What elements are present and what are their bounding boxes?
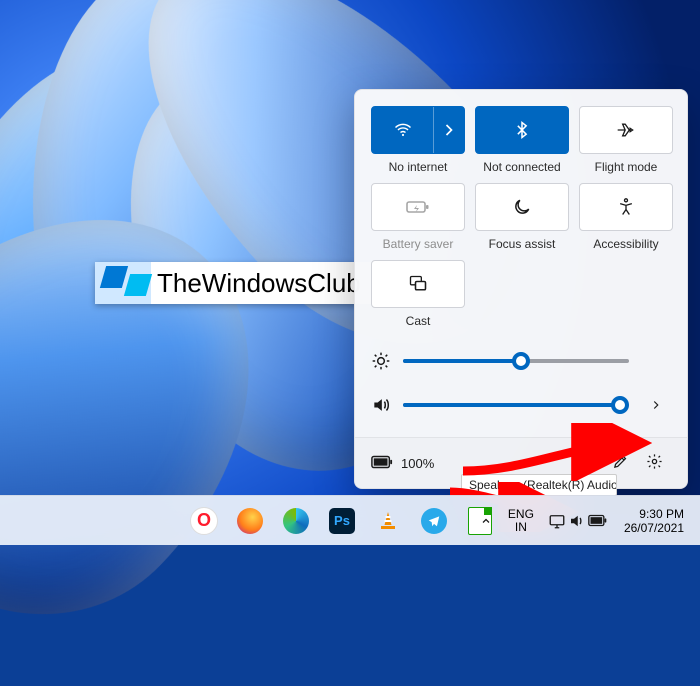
moon-icon xyxy=(512,197,532,217)
battery-tray-icon xyxy=(588,514,608,527)
focus-assist-tile-label: Focus assist xyxy=(489,237,556,252)
accessibility-icon xyxy=(616,197,636,217)
quick-settings-flyout: No internet Not connected Flight mode xyxy=(354,89,688,489)
pencil-icon xyxy=(612,453,629,473)
volume-row xyxy=(371,383,671,427)
volume-tooltip: Speakers (Realtek(R) Audio): 96% xyxy=(461,474,617,496)
language-switcher[interactable]: ENG IN xyxy=(502,504,540,538)
taskbar-app-firefox[interactable] xyxy=(230,501,270,541)
focus-assist-tile[interactable] xyxy=(475,183,569,231)
taskbar-app-telegram[interactable] xyxy=(414,501,454,541)
battery-saver-icon xyxy=(406,199,430,215)
cast-tile-label: Cast xyxy=(406,314,431,329)
system-tray[interactable] xyxy=(542,508,614,534)
battery-saver-tile[interactable] xyxy=(371,183,465,231)
battery-text: 100% xyxy=(401,456,434,471)
network-icon xyxy=(548,512,566,530)
wifi-expand-button[interactable] xyxy=(433,107,464,153)
flight-mode-tile-label: Flight mode xyxy=(595,160,658,175)
battery-status[interactable]: 100% xyxy=(371,455,434,472)
clock-date: 26/07/2021 xyxy=(624,521,684,535)
cast-icon xyxy=(408,274,428,294)
cast-tile[interactable] xyxy=(371,260,465,308)
battery-icon xyxy=(371,455,393,472)
accessibility-tile-label: Accessibility xyxy=(593,237,658,252)
taskbar-pinned-apps: O Ps xyxy=(184,501,500,541)
taskbar-app-opera[interactable]: O xyxy=(184,501,224,541)
volume-icon xyxy=(371,395,391,415)
clock[interactable]: 9:30 PM 26/07/2021 xyxy=(616,503,692,539)
flight-mode-tile[interactable] xyxy=(579,106,673,154)
language-bottom: IN xyxy=(508,521,534,534)
language-top: ENG xyxy=(508,508,534,521)
taskbar-app-edge[interactable] xyxy=(276,501,316,541)
volume-slider[interactable] xyxy=(403,403,629,407)
taskbar: O Ps ENG IN 9:30 PM 26/07/2021 xyxy=(0,495,700,545)
brightness-slider[interactable] xyxy=(403,359,629,363)
volume-tray-icon xyxy=(568,512,586,530)
volume-output-button[interactable] xyxy=(641,398,671,412)
brightness-icon xyxy=(371,351,391,371)
bluetooth-tile[interactable] xyxy=(475,106,569,154)
wifi-icon xyxy=(372,120,433,140)
tray-overflow-button[interactable] xyxy=(472,501,500,541)
gear-icon xyxy=(646,453,663,473)
accessibility-tile[interactable] xyxy=(579,183,673,231)
taskbar-app-vlc[interactable] xyxy=(368,501,408,541)
airplane-icon xyxy=(616,120,636,140)
watermark: TheWindowsClub xyxy=(95,262,373,304)
taskbar-app-photoshop[interactable]: Ps xyxy=(322,501,362,541)
bluetooth-icon xyxy=(512,120,532,140)
wifi-tile-label: No internet xyxy=(389,160,448,175)
brightness-row xyxy=(371,339,671,383)
settings-button[interactable] xyxy=(637,448,671,478)
watermark-text: TheWindowsClub xyxy=(157,268,361,299)
clock-time: 9:30 PM xyxy=(624,507,684,521)
wifi-tile[interactable] xyxy=(371,106,465,154)
watermark-logo-icon xyxy=(95,262,151,304)
bluetooth-tile-label: Not connected xyxy=(483,160,560,175)
battery-saver-tile-label: Battery saver xyxy=(383,237,454,252)
